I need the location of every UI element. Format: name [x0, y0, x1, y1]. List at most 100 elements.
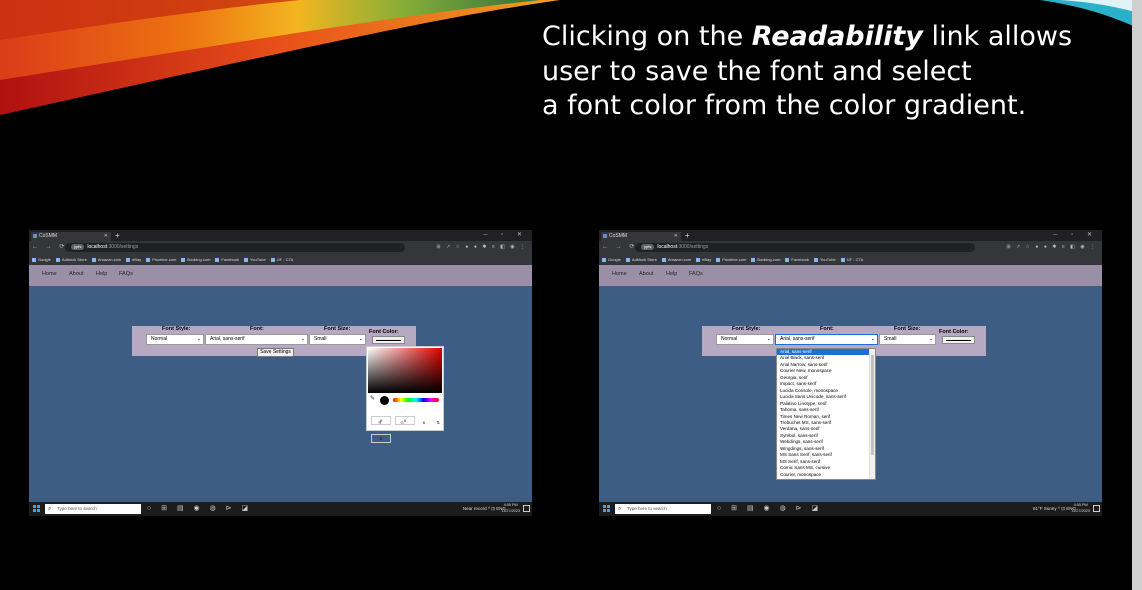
tab-bar: CoSMM ✕ + ─ ▫ ✕: [599, 230, 1102, 241]
clock-time: 4:55 PM: [503, 503, 518, 507]
font-select[interactable]: Arial, sans-serif ⌄: [205, 334, 308, 345]
font-size-select[interactable]: Small ⌄: [309, 334, 366, 345]
chevron-down-icon: ⌄: [928, 336, 933, 342]
windows-start-icon[interactable]: [33, 505, 40, 512]
font-size-value: Small: [884, 336, 897, 342]
extension-icons[interactable]: ⊞ ↗ ☆ ● ● ✱ ≡ ◧ ◉ ⋮: [1006, 242, 1097, 253]
notification-icon[interactable]: [1093, 505, 1100, 512]
format-toggle-icon[interactable]: ⇅: [437, 420, 440, 425]
nav-help[interactable]: Help: [96, 271, 107, 277]
window-controls[interactable]: ─ ▫ ✕: [483, 230, 528, 241]
color-picker-popup: ✎ 0 00 R G B ⇅: [366, 346, 444, 443]
bookmark-item[interactable]: Amazon.com: [92, 257, 121, 262]
b-label: B: [422, 420, 426, 425]
new-tab-button[interactable]: +: [685, 230, 690, 241]
nav-about[interactable]: About: [69, 271, 83, 277]
font-color-input[interactable]: [942, 336, 975, 344]
font-style-value: Normal: [721, 336, 738, 342]
notification-icon[interactable]: [523, 505, 530, 512]
bookmark-item[interactable]: Adblock Store: [56, 257, 87, 262]
tab-bar: CoSMM ✕ + ─ ▫ ✕: [29, 230, 532, 241]
g-label: G: [400, 420, 404, 425]
slide-caption: Clicking on the Readability link allows …: [542, 20, 1102, 124]
bookmark-item[interactable]: Adblock Store: [626, 257, 657, 262]
font-size-value: Small: [314, 336, 327, 342]
dropdown-scrollbar[interactable]: [869, 349, 875, 479]
bookmark-item[interactable]: Facebook: [215, 257, 239, 262]
url-field[interactable]: ypfs localhost:3000/settings: [65, 243, 405, 252]
taskbar-clock[interactable]: 4:55 PM 11/27/2023: [501, 503, 520, 514]
nav-faqs[interactable]: FAQs: [689, 271, 703, 277]
bookmark-item[interactable]: Google: [602, 257, 621, 262]
site-navbar: Home About Help FAQs: [599, 265, 1102, 286]
url-field[interactable]: ypfs localhost:3000/settings: [635, 243, 975, 252]
tab-title: CoSMM: [609, 233, 628, 239]
nav-home[interactable]: Home: [612, 271, 627, 277]
bookmark-item[interactable]: Booking.com: [181, 257, 210, 262]
system-tray[interactable]: 61°F Sunny ^ ⊡ ENG: [1033, 502, 1076, 516]
browser-tab[interactable]: CoSMM ✕: [31, 232, 111, 241]
bookmark-item[interactable]: Google: [32, 257, 51, 262]
font-value: Arial, sans-serif: [780, 336, 815, 342]
font-size-select[interactable]: Small ⌄: [879, 334, 936, 345]
extension-icons[interactable]: ⊞ ↗ ☆ ● ● ✱ ≡ ◧ ◉ ⋮: [436, 242, 527, 253]
system-tray[interactable]: Near record ^ ⊡ ENG: [463, 502, 506, 516]
font-style-select[interactable]: Normal ⌄: [716, 334, 774, 345]
taskbar-search-input[interactable]: Type here to search: [615, 504, 711, 514]
nav-help[interactable]: Help: [666, 271, 677, 277]
bookmark-item[interactable]: YouTube: [244, 257, 266, 262]
taskbar-search-input[interactable]: Type here to search: [45, 504, 141, 514]
chevron-down-icon: ⌄: [870, 336, 875, 342]
taskbar-app-icons[interactable]: ○ ⊞ ▤ ◉ ◍ ⊳ ◪: [147, 503, 252, 515]
font-option[interactable]: Courier, monospace: [777, 472, 875, 478]
taskbar-app-icons[interactable]: ○ ⊞ ▤ ◉ ◍ ⊳ ◪: [717, 503, 822, 515]
save-settings-button[interactable]: Save Settings: [257, 348, 294, 357]
font-label: Font:: [250, 326, 264, 332]
window-controls[interactable]: ─ ▫ ✕: [1053, 230, 1098, 241]
font-select[interactable]: Arial, sans-serif ⌄: [775, 334, 878, 345]
caption-line2: user to save the font and select: [542, 55, 972, 87]
hue-slider[interactable]: [393, 398, 439, 402]
windows-taskbar: Type here to search ○ ⊞ ▤ ◉ ◍ ⊳ ◪ 61°F S…: [599, 502, 1102, 516]
clock-date: 11/27/2023: [1071, 508, 1090, 513]
taskbar-clock[interactable]: 4:55 PM 11/27/2023: [1071, 503, 1090, 514]
bookmark-item[interactable]: UF - CTA: [271, 257, 294, 262]
browser-tab[interactable]: CoSMM ✕: [601, 232, 681, 241]
caption-readability: Readability: [751, 21, 923, 52]
bookmark-item[interactable]: Facebook: [785, 257, 809, 262]
font-style-select[interactable]: Normal ⌄: [146, 334, 204, 345]
eyedropper-icon[interactable]: ✎: [370, 395, 375, 402]
color-gradient[interactable]: [368, 348, 442, 393]
nav-home[interactable]: Home: [42, 271, 57, 277]
windows-start-icon[interactable]: [603, 505, 610, 512]
page-content: Font Style: Font: Font Size: Font Color:…: [29, 286, 532, 502]
bookmark-item[interactable]: YouTube: [814, 257, 836, 262]
bookmark-item[interactable]: eBay: [696, 257, 711, 262]
nav-buttons[interactable]: ← → ⟳: [602, 242, 637, 253]
font-style-label: Font Style:: [162, 326, 191, 332]
bookmark-item[interactable]: UF - CTA: [841, 257, 864, 262]
bookmark-item[interactable]: Priceline.com: [716, 257, 746, 262]
close-tab-icon[interactable]: ✕: [674, 232, 678, 241]
url-path: :3000/settings: [677, 244, 709, 250]
bookmark-item[interactable]: Priceline.com: [146, 257, 176, 262]
caption-line1-post: link allows: [922, 21, 1073, 52]
chevron-down-icon: ⌄: [300, 336, 305, 342]
nav-buttons[interactable]: ← → ⟳: [32, 242, 67, 253]
slide-scrollbar: [1132, 0, 1142, 590]
tab-title: CoSMM: [39, 233, 58, 239]
bookmark-item[interactable]: Booking.com: [751, 257, 780, 262]
b-input[interactable]: 0: [371, 434, 391, 443]
url-host: localhost: [87, 244, 108, 250]
new-tab-button[interactable]: +: [115, 230, 120, 241]
nav-about[interactable]: About: [639, 271, 653, 277]
bookmark-item[interactable]: eBay: [126, 257, 141, 262]
font-label: Font:: [820, 326, 834, 332]
bookmark-item[interactable]: Amazon.com: [662, 257, 691, 262]
profile-pill[interactable]: ypfs: [71, 243, 85, 250]
font-color-input[interactable]: [372, 336, 405, 344]
nav-faqs[interactable]: FAQs: [119, 271, 133, 277]
close-tab-icon[interactable]: ✕: [104, 232, 108, 241]
profile-pill[interactable]: ypfs: [641, 243, 655, 250]
font-value: Arial, sans-serif: [210, 336, 245, 342]
